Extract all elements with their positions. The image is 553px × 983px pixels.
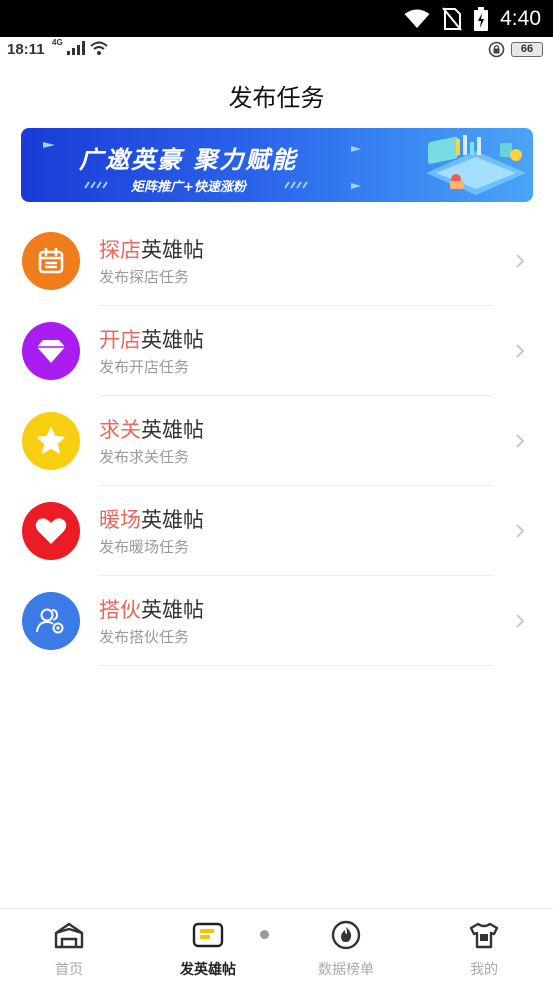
- task-description: 发布暖场任务: [99, 538, 190, 556]
- task-icon-badge: [22, 412, 80, 470]
- nav-home[interactable]: 首页: [19, 909, 119, 983]
- task-title: 暖场英雄帖: [99, 504, 204, 534]
- nav-post[interactable]: 发英雄帖: [158, 909, 258, 983]
- task-title-highlight: 求关: [99, 418, 141, 442]
- task-title-highlight: 暖场: [99, 508, 141, 532]
- app-status-time: 18:11: [7, 41, 45, 58]
- signal-icon: [66, 41, 85, 55]
- lock-rotation-icon: [488, 41, 505, 58]
- app-status-right: 66: [488, 41, 543, 58]
- app-battery-level: 66: [511, 42, 543, 57]
- nav-ranking-label: 数据榜单: [318, 962, 374, 978]
- task-item-tandian[interactable]: 探店英雄帖 发布探店任务: [0, 216, 553, 306]
- chevron-right-icon: [516, 614, 525, 628]
- heart-icon: [35, 518, 67, 544]
- users-gear-icon: [36, 608, 64, 634]
- fire-icon: [331, 920, 361, 950]
- page-title: 发布任务: [228, 84, 325, 112]
- task-item-qiuguan[interactable]: 求关英雄帖 发布求关任务: [0, 396, 553, 486]
- task-description: 发布开店任务: [99, 358, 190, 376]
- nav-mine-label: 我的: [470, 962, 498, 978]
- wifi-small-icon: [90, 41, 108, 55]
- battery-charging-icon: [474, 6, 489, 31]
- network-type-label: 4G: [52, 37, 63, 47]
- task-icon-badge: [22, 592, 80, 650]
- task-item-dahuo[interactable]: 搭伙英雄帖 发布搭伙任务: [0, 576, 553, 666]
- task-title-highlight: 搭伙: [99, 598, 141, 622]
- nav-post-label: 发英雄帖: [180, 962, 236, 978]
- task-icon-badge: [22, 232, 80, 290]
- task-description: 发布探店任务: [99, 268, 190, 286]
- task-title-rest: 英雄帖: [141, 598, 204, 622]
- home-icon: [54, 922, 84, 949]
- wifi-icon: [404, 9, 430, 28]
- calendar-icon: [38, 247, 64, 274]
- chevron-right-icon: [516, 254, 525, 268]
- nav-ranking[interactable]: 数据榜单: [296, 909, 396, 983]
- task-description: 发布求关任务: [99, 448, 190, 466]
- banner-subline: 矩阵推广+快速涨粉: [131, 180, 246, 195]
- task-icon-badge: [22, 502, 80, 560]
- app-status-network: 4G: [52, 37, 109, 56]
- no-sim-icon: [442, 6, 462, 31]
- task-title-rest: 英雄帖: [141, 238, 204, 262]
- chevron-right-icon: [516, 524, 525, 538]
- nav-home-label: 首页: [55, 962, 83, 978]
- task-icon-badge: [22, 322, 80, 380]
- task-item-kaidian[interactable]: 开店英雄帖 发布开店任务: [0, 306, 553, 396]
- chevron-right-icon: [516, 344, 525, 358]
- app-status-row: 18:11 4G 66: [0, 37, 553, 65]
- system-status-icons: 4:40: [404, 0, 541, 37]
- diamond-icon: [37, 340, 65, 363]
- banner-illustration: [426, 135, 526, 195]
- post-icon: [192, 922, 224, 948]
- promo-banner[interactable]: 广邀英豪 聚力赋能 矩阵推广+快速涨粉: [21, 128, 533, 202]
- system-status-bar: 4:40: [0, 0, 553, 37]
- divider: [99, 665, 493, 666]
- task-title: 开店英雄帖: [99, 324, 204, 354]
- chevron-right-icon: [516, 434, 525, 448]
- nav-mine[interactable]: 我的: [434, 909, 534, 983]
- task-list: 探店英雄帖 发布探店任务 开店英雄帖 发布开店任务 求关英雄帖 发布求关任务 暖…: [0, 216, 553, 666]
- task-title-highlight: 开店: [99, 328, 141, 352]
- task-description: 发布搭伙任务: [99, 628, 190, 646]
- task-title: 探店英雄帖: [99, 234, 204, 264]
- nav-indicator-dot: [260, 930, 269, 939]
- bottom-nav: 首页 发英雄帖 数据榜单 我的: [0, 908, 553, 983]
- task-title-rest: 英雄帖: [141, 418, 204, 442]
- shirt-icon: [469, 922, 499, 949]
- banner-headline: 广邀英豪 聚力赋能: [79, 146, 298, 174]
- task-title: 搭伙英雄帖: [99, 594, 204, 624]
- task-title-rest: 英雄帖: [141, 508, 204, 532]
- task-item-nuanchang[interactable]: 暖场英雄帖 发布暖场任务: [0, 486, 553, 576]
- star-icon: [37, 427, 65, 454]
- task-title-highlight: 探店: [99, 238, 141, 262]
- task-title: 求关英雄帖: [99, 414, 204, 444]
- system-clock: 4:40: [500, 6, 541, 30]
- task-title-rest: 英雄帖: [141, 328, 204, 352]
